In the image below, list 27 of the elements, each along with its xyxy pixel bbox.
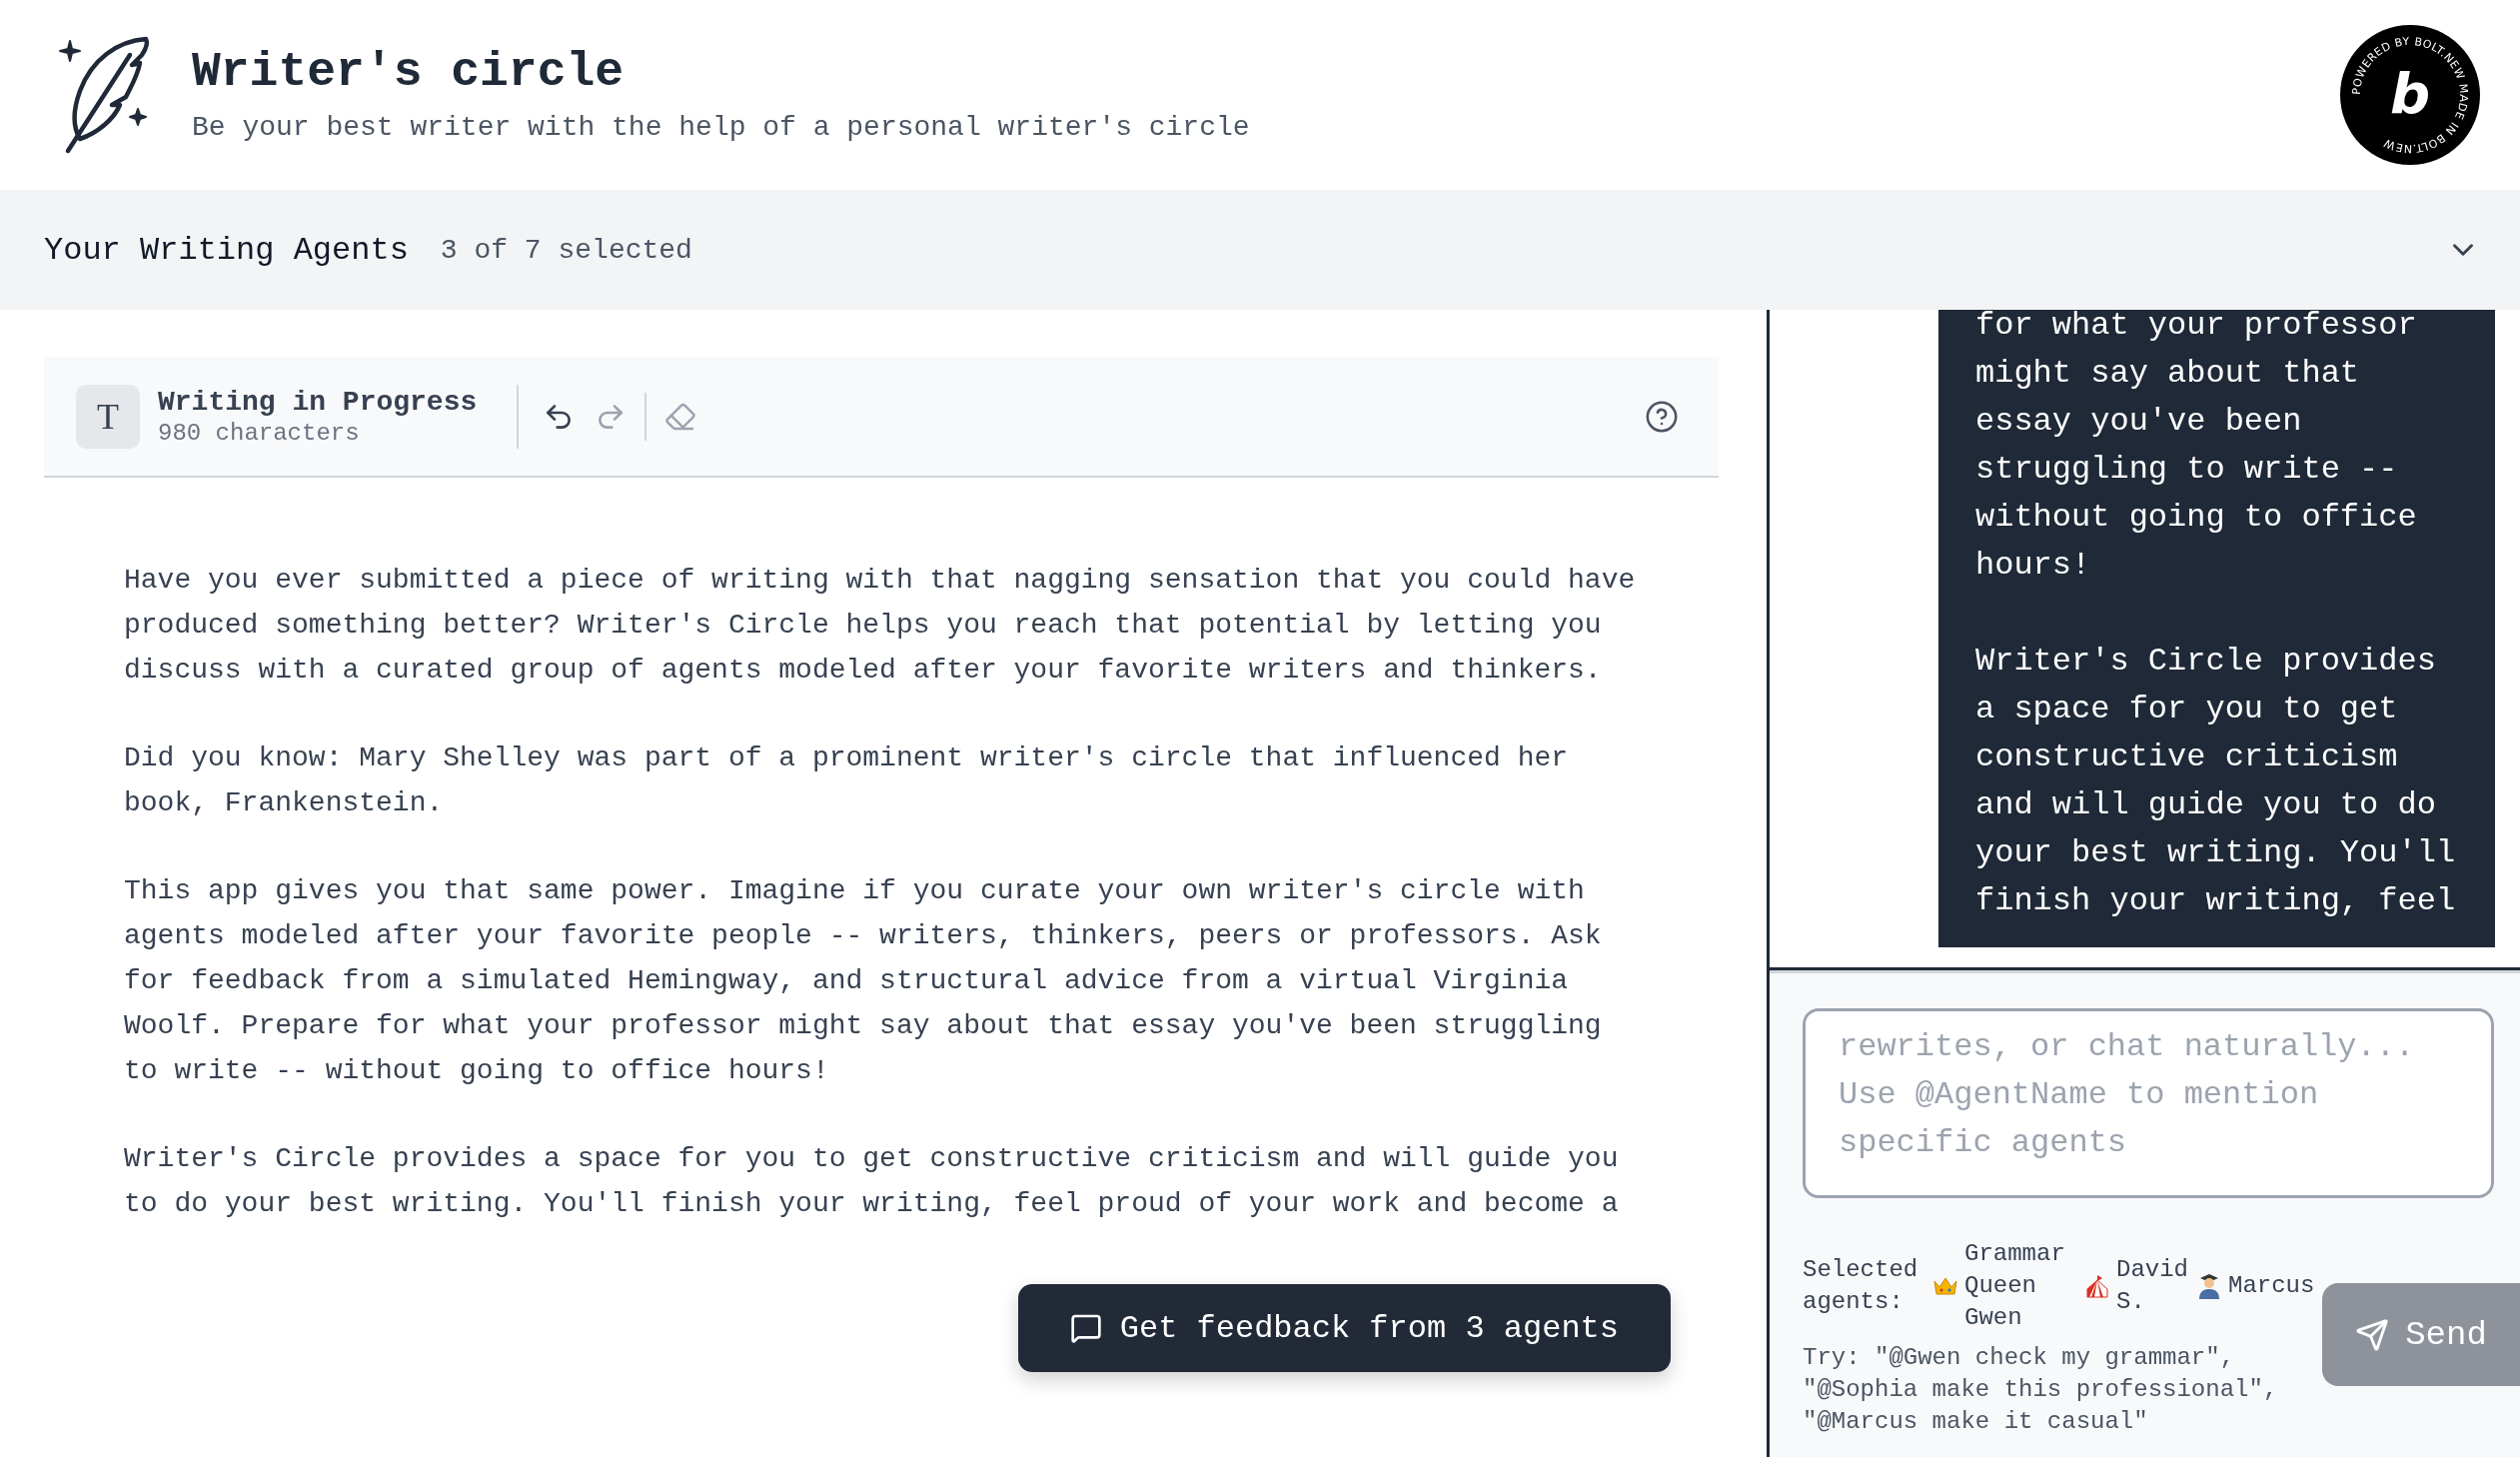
selected-count: 3 of 7 selected bbox=[440, 234, 693, 266]
message-paragraph: for what your professor might say about that essay you've been struggling to write -- without going to office hours! bbox=[1975, 310, 2418, 586]
app-title: Writer's circle bbox=[192, 44, 626, 100]
agent-name: David S. bbox=[2116, 1255, 2186, 1317]
editor-paragraph: Did you know: Mary Shelley was part of a prominent writer's circle that influenced her book, Frankenstein. bbox=[124, 741, 1570, 820]
message-field[interactable]: rewrites, or chat naturally... Use @AgentName to mention specific agents bbox=[1803, 1008, 2494, 1198]
text-icon: T bbox=[76, 384, 140, 449]
person-icon bbox=[2196, 1272, 2222, 1300]
editor-paragraph: Have you ever submitted a piece of writing with that nagging sensation that you could have produced something better? Writer's Circle helps you reach that potential by letting you discuss with a curated group of agents modeled after your favorite writers and thinkers. bbox=[124, 564, 1637, 688]
character-count: 980 characters bbox=[158, 419, 361, 447]
agent-name: Grammar Queen Gwen bbox=[1964, 1239, 2066, 1333]
message-icon bbox=[1069, 1312, 1102, 1344]
agents-bar[interactable]: Your Writing Agents 3 of 7 selected bbox=[0, 190, 2520, 310]
get-feedback-button[interactable]: Get feedback from 3 agents bbox=[1017, 1284, 1671, 1372]
agent-name: Marcus bbox=[2228, 1271, 2315, 1301]
hint-text: Try: "@Gwen check my grammar", "@Sophia make this professional", "@Marcus make it casual" bbox=[1803, 1343, 2279, 1437]
editor-title: Writing in Progress bbox=[158, 386, 478, 418]
send-icon bbox=[2355, 1317, 2390, 1352]
tent-icon bbox=[2084, 1273, 2110, 1299]
message-paragraph: Writer's Circle provides a space for you to get constructive criticism and will guide you to do your best writing. You'll finish your writing, feel bbox=[1975, 642, 2457, 921]
crown-icon bbox=[1932, 1275, 1958, 1297]
help-icon bbox=[1645, 399, 1679, 434]
app-subtitle: Be your best writer with the help of a personal writer's circle bbox=[192, 111, 1251, 145]
editor-paragraph: Writer's Circle provides a space for you to get constructive criticism and will guide you to do your best writing. You'll finish your writing, feel proud of your work and become a bbox=[124, 1142, 1620, 1221]
selected-agents-label: Selected agents: bbox=[1803, 1255, 1919, 1317]
agents-bar-title: Your Writing Agents bbox=[44, 231, 409, 269]
editor-paragraph: This app gives you that same power. Imagine if you curate your own writer's circle with agents modeled after your favorite people -- writers, thinkers, peers or professors. Ask for feedback from a simulated Hemingway, and structural advice from a virtual Virginia Woolf. Prepare for what your professor might say about that essay you've been struggling to write -- without going to office hours! bbox=[124, 874, 1603, 1088]
